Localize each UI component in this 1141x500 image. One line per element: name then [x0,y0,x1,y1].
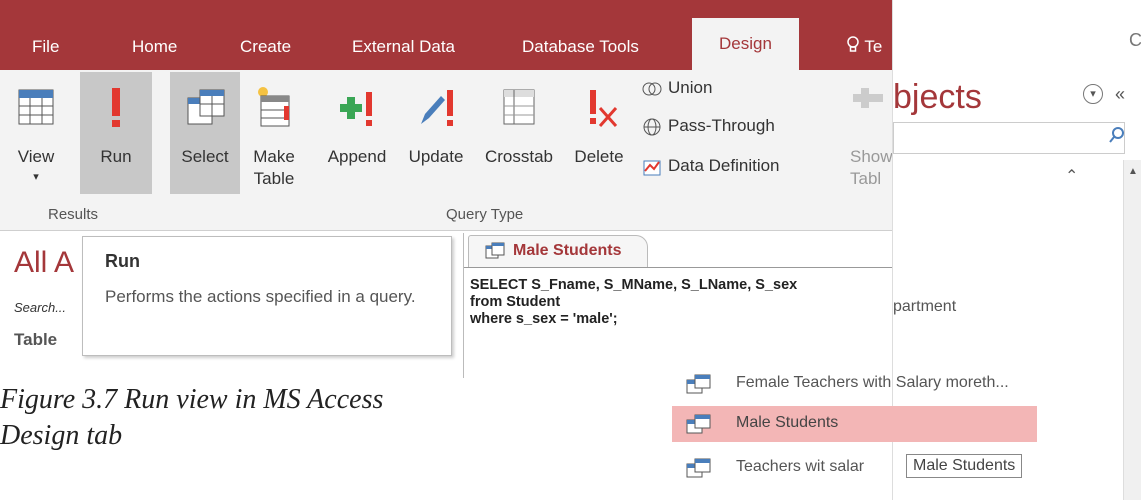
update-label: Update [408,147,464,166]
tell-me-box[interactable]: Te [846,24,882,70]
show-table-label: Show Tabl [850,147,892,188]
union-icon [642,82,662,96]
union-button[interactable]: Union [642,78,712,108]
sql-editor[interactable]: SELECT S_Fname, S_MName, S_LName, S_sex … [470,277,797,328]
query-icon [686,414,711,434]
query-document: Male Students SELECT S_Fname, S_MName, S… [463,233,892,378]
tooltip-description: Performs the actions specified in a quer… [105,287,416,306]
caption-line-2: Design tab [0,420,123,451]
view-button[interactable]: View ▾ [6,72,66,194]
chevron-down-icon: ▾ [33,171,39,183]
figure-caption: Figure 3.7 Run view in MS Access Design … [0,382,383,454]
data-definition-icon [643,160,661,176]
search-box[interactable] [893,122,1125,154]
make-table-button[interactable]: Make Table [244,72,304,194]
append-plus-icon [340,92,372,126]
delete-query-button[interactable]: Delete [566,72,632,194]
make-table-label: Make Table [253,147,295,188]
append-label: Append [327,147,387,166]
all-objects-title: bjects [893,78,982,116]
search-field-left[interactable]: Search... [14,300,66,315]
view-label: View [17,147,55,166]
tell-me-label: Te [864,37,883,56]
nav-item-female-teachers[interactable]: Female Teachers with Salary moreth... [672,366,1037,402]
ribbon-tab-bar: File Home Create External Data Database … [0,0,892,70]
datasheet-view-icon [18,89,54,125]
delete-x-icon [590,90,618,127]
run-tooltip: Run Performs the actions specified in a … [82,236,452,356]
document-tab-label: Male Students [513,242,622,259]
make-table-icon [258,87,290,127]
globe-icon [643,118,661,136]
hover-tooltip: Male Students [906,454,1023,478]
document-tab-male-students[interactable]: Male Students [468,235,648,268]
select-label: Select [181,147,229,166]
tab-create[interactable]: Create [240,24,291,70]
scrollbar[interactable]: ▲ [1123,160,1141,500]
window-edge-text: C [1129,30,1141,50]
select-query-icon [187,89,225,125]
query-icon [485,242,505,259]
pass-through-button[interactable]: Pass-Through [642,116,775,146]
results-group-label: Results [48,206,99,223]
chevron-down-icon[interactable]: ▾ [1083,84,1103,104]
query-type-group-label: Query Type [446,206,524,223]
query-icon [686,458,711,478]
tab-external-data[interactable]: External Data [352,24,455,70]
collapse-section-icon[interactable]: ⌃ [1065,166,1078,186]
run-exclamation-icon [112,88,120,127]
delete-label: Delete [574,147,624,166]
tooltip-title: Run [105,251,140,271]
collapse-pane-icon[interactable]: « [1115,84,1125,105]
tab-home[interactable]: Home [132,24,177,70]
query-icon [686,374,711,394]
show-table-button[interactable]: Show Tabl [842,72,892,194]
select-query-button[interactable]: Select [170,72,240,194]
tab-divider [464,267,892,268]
run-label: Run [100,147,132,166]
tab-design[interactable]: Design [692,18,799,70]
nav-item-male-students[interactable]: Male Students [672,406,1037,442]
all-access-objects-title: All A [14,246,75,279]
data-definition-button[interactable]: Data Definition [642,156,780,186]
show-table-icon [853,88,883,108]
nav-item-department-partial[interactable]: partment [893,298,956,316]
tab-file[interactable]: File [32,24,59,70]
crosstab-query-button[interactable]: Crosstab [474,72,564,194]
search-icon[interactable] [1109,126,1125,149]
caption-line-1: Figure 3.7 Run view in MS Access [0,384,384,415]
pane-header-strip [893,0,1141,68]
ribbon: View ▾ Run Select Make Table Append Upda… [0,70,892,231]
update-pencil-icon [421,90,453,126]
run-button[interactable]: Run [80,72,152,194]
append-query-button[interactable]: Append [316,72,398,194]
lightbulb-icon [846,36,864,56]
tables-section-header[interactable]: Table [14,330,57,350]
tab-database-tools[interactable]: Database Tools [522,24,639,70]
crosstab-grid-icon [503,89,535,125]
crosstab-label: Crosstab [484,147,554,166]
update-query-button[interactable]: Update [400,72,472,194]
